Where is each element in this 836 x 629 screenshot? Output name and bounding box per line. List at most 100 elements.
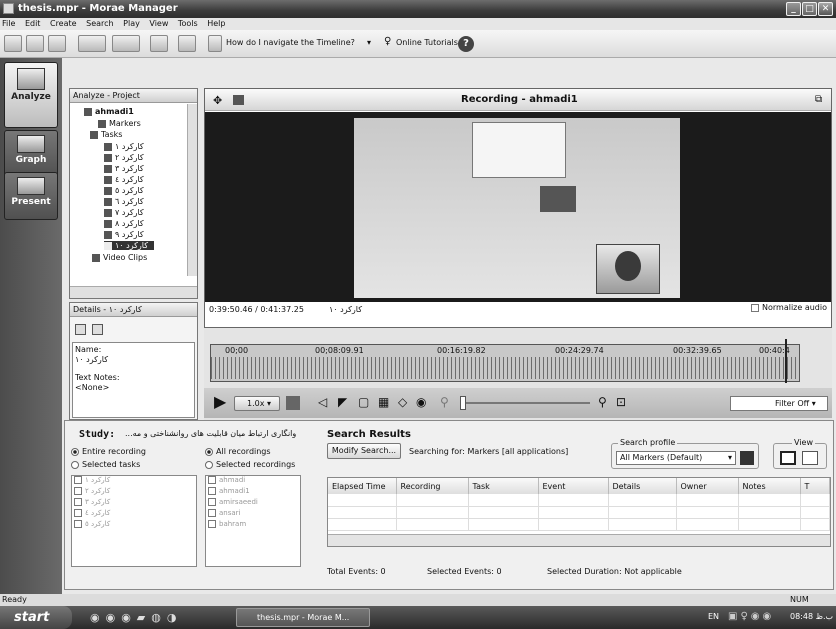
list-item[interactable]: کارکرد ۱ bbox=[72, 476, 196, 487]
column-header[interactable]: Task bbox=[468, 478, 539, 494]
list-item-checkbox[interactable] bbox=[74, 487, 82, 495]
task-marker-icon[interactable]: ▢ bbox=[358, 395, 369, 409]
zoom-slider[interactable] bbox=[460, 402, 590, 404]
close-button[interactable]: ✕ bbox=[818, 2, 833, 16]
fit-icon[interactable]: ⊡ bbox=[616, 395, 626, 409]
list-item[interactable]: کارکرد ٤ bbox=[72, 509, 196, 520]
diamond-icon[interactable]: ◇ bbox=[398, 395, 407, 409]
selected-tasks-radio[interactable] bbox=[71, 460, 79, 469]
entire-recording-radio[interactable] bbox=[71, 447, 79, 456]
list-item[interactable]: amirsaeedi bbox=[206, 498, 300, 509]
tree-vscrollbar[interactable] bbox=[187, 104, 197, 276]
help-dropdown-arrow-icon[interactable]: ▾ bbox=[367, 38, 371, 47]
redo-icon[interactable] bbox=[112, 35, 140, 52]
selected-tasks-option[interactable]: Selected tasks bbox=[71, 460, 140, 469]
save-profile-icon[interactable] bbox=[740, 451, 754, 465]
properties-icon[interactable] bbox=[178, 35, 196, 52]
normalize-checkbox[interactable] bbox=[751, 303, 759, 312]
list-item-checkbox[interactable] bbox=[208, 476, 216, 484]
menu-view[interactable]: View bbox=[149, 19, 168, 28]
project-tree[interactable]: Analyze - Project ahmadi1 Markers Tasks … bbox=[69, 88, 198, 299]
selected-recordings-option[interactable]: Selected recordings bbox=[205, 460, 295, 469]
new-icon[interactable] bbox=[4, 35, 22, 52]
list-item-checkbox[interactable] bbox=[208, 487, 216, 495]
online-tutorials-link[interactable]: Online Tutorials bbox=[396, 38, 458, 47]
column-header[interactable]: Recording bbox=[396, 478, 469, 494]
task-item[interactable]: کارکرد ۹ bbox=[104, 230, 144, 239]
list-item[interactable]: ahmadi bbox=[206, 476, 300, 487]
menu-edit[interactable]: Edit bbox=[25, 19, 41, 28]
list-item-checkbox[interactable] bbox=[74, 520, 82, 528]
list-item[interactable]: ahmadi1 bbox=[206, 487, 300, 498]
menu-file[interactable]: File bbox=[2, 19, 15, 28]
help-icon[interactable]: ? bbox=[458, 36, 474, 52]
list-item-checkbox[interactable] bbox=[208, 520, 216, 528]
task-item-selected[interactable]: کارکرد ۱۰ bbox=[104, 241, 155, 250]
tree-video-clips[interactable]: Video Clips bbox=[92, 253, 147, 262]
list-item[interactable]: کارکرد ۳ bbox=[72, 498, 196, 509]
start-button[interactable]: start bbox=[0, 606, 72, 629]
copy-icon[interactable] bbox=[75, 324, 86, 335]
grid-view-icon[interactable] bbox=[802, 451, 818, 465]
column-header[interactable]: Event bbox=[538, 478, 609, 494]
filter-dropdown[interactable]: Filter Off ▾ bbox=[730, 396, 828, 411]
zoom-slider-thumb[interactable] bbox=[460, 396, 466, 410]
marker-icon[interactable]: ◁ bbox=[318, 395, 327, 409]
column-header[interactable]: Notes bbox=[738, 478, 801, 494]
open-icon[interactable] bbox=[26, 35, 44, 52]
recording-list[interactable]: ahmadi ahmadi1 amirsaeedi ansari bahram bbox=[205, 475, 301, 567]
entire-recording-option[interactable]: Entire recording bbox=[71, 447, 146, 456]
edit-icon[interactable] bbox=[92, 324, 103, 335]
task-item[interactable]: کارکرد ۷ bbox=[104, 208, 144, 217]
menu-search[interactable]: Search bbox=[86, 19, 113, 28]
task-item[interactable]: کارکرد ٤ bbox=[104, 175, 144, 184]
undo-icon[interactable] bbox=[78, 35, 106, 52]
save-icon[interactable] bbox=[48, 35, 66, 52]
task-item[interactable]: کارکرد ٦ bbox=[104, 197, 144, 206]
nav-present[interactable]: Present bbox=[4, 172, 58, 220]
video-screen[interactable] bbox=[205, 112, 831, 302]
volume-icon[interactable] bbox=[286, 396, 300, 410]
play-button[interactable]: ▶ bbox=[214, 392, 226, 411]
all-recordings-radio[interactable] bbox=[205, 447, 213, 456]
modify-search-button[interactable]: Modify Search... bbox=[327, 443, 401, 459]
snapshot-icon[interactable] bbox=[233, 95, 244, 105]
list-item-checkbox[interactable] bbox=[74, 476, 82, 484]
list-item[interactable]: کارکرد ۲ bbox=[72, 487, 196, 498]
zoom-in-icon[interactable]: ⚲ bbox=[598, 395, 607, 409]
task-item[interactable]: کارکرد ۲ bbox=[104, 153, 144, 162]
nav-graph[interactable]: Graph bbox=[4, 130, 58, 178]
results-hscrollbar[interactable] bbox=[328, 534, 830, 546]
menu-play[interactable]: Play bbox=[123, 19, 140, 28]
details-text[interactable]: Name: کارکرد ۱۰ Text Notes: <None> bbox=[72, 342, 195, 418]
column-header[interactable]: Owner bbox=[676, 478, 739, 494]
task-item[interactable]: کارکرد ۱ bbox=[104, 142, 144, 151]
search-profile-select[interactable]: All Markers (Default) ▾ bbox=[616, 451, 736, 465]
playhead[interactable] bbox=[785, 339, 787, 383]
all-recordings-option[interactable]: All recordings bbox=[205, 447, 271, 456]
minimize-button[interactable]: _ bbox=[786, 2, 801, 16]
list-item[interactable]: کارکرد ٥ bbox=[72, 520, 196, 531]
column-header[interactable]: Elapsed Time bbox=[328, 478, 397, 494]
move-icon[interactable]: ✥ bbox=[213, 94, 222, 107]
tree-hscrollbar[interactable] bbox=[70, 286, 197, 298]
quick-launch-icons[interactable]: ◉◉◉▰◍◑ bbox=[90, 611, 182, 624]
list-view-icon[interactable] bbox=[780, 451, 796, 465]
taskbar-window-item[interactable]: thesis.mpr - Morae M... bbox=[236, 608, 370, 627]
list-item[interactable]: bahram bbox=[206, 520, 300, 531]
camera-icon[interactable]: ◉ bbox=[416, 395, 426, 409]
task-list[interactable]: کارکرد ۱ کارکرد ۲ کارکرد ۳ کارکرد ٤ کارک… bbox=[71, 475, 197, 567]
list-item[interactable]: ansari bbox=[206, 509, 300, 520]
menu-help[interactable]: Help bbox=[207, 19, 225, 28]
normalize-audio[interactable]: Normalize audio bbox=[751, 303, 827, 312]
nav-analyze[interactable]: Analyze bbox=[4, 62, 58, 128]
list-item-checkbox[interactable] bbox=[208, 509, 216, 517]
column-header[interactable]: T bbox=[800, 478, 830, 494]
results-table[interactable]: Elapsed Time Recording Task Event Detail… bbox=[327, 477, 831, 547]
flag-icon[interactable]: ◤ bbox=[338, 395, 347, 409]
task-item[interactable]: کارکرد ۸ bbox=[104, 219, 144, 228]
list-item-checkbox[interactable] bbox=[74, 498, 82, 506]
tray-icons[interactable]: ▣♀◉◉ bbox=[728, 611, 774, 622]
speed-dropdown[interactable]: 1.0x ▾ bbox=[234, 396, 280, 411]
list-item-checkbox[interactable] bbox=[74, 509, 82, 517]
